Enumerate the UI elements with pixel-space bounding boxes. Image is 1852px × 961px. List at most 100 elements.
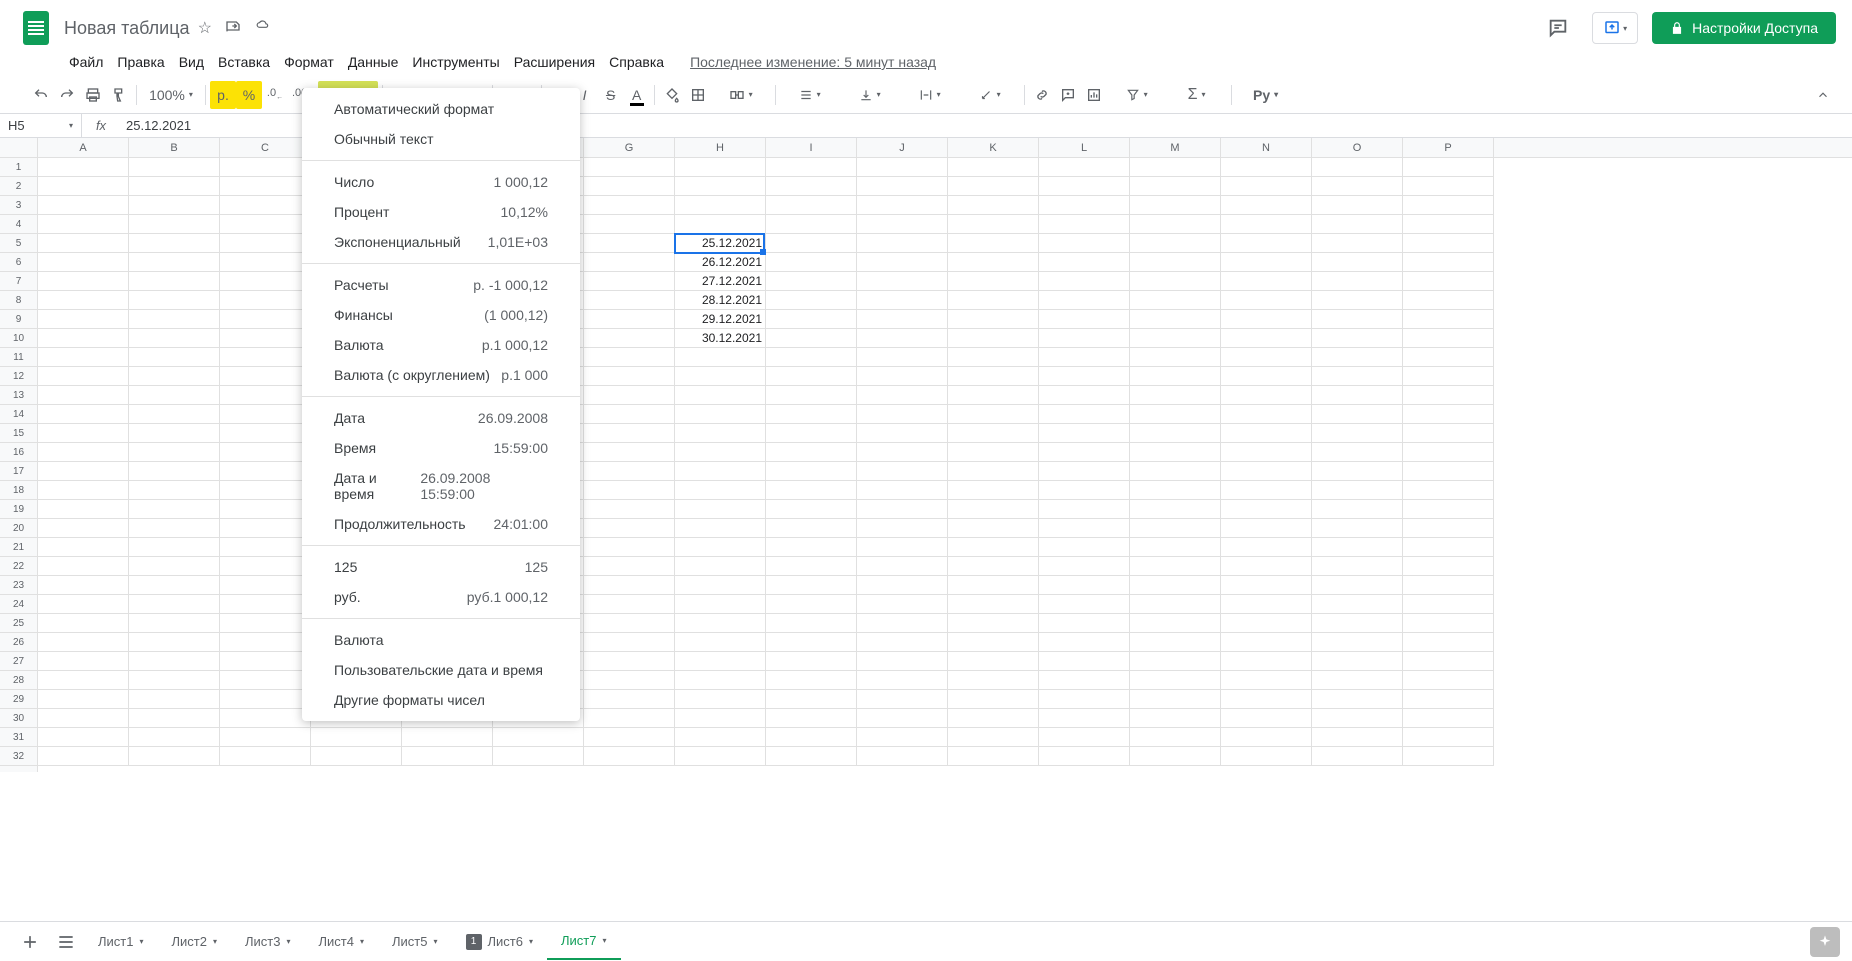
menu-edit[interactable]: Правка (110, 50, 171, 74)
py-button[interactable]: Py▾ (1236, 81, 1296, 109)
row-header[interactable]: 11 (0, 348, 37, 367)
cell[interactable] (948, 291, 1039, 310)
column-header[interactable]: K (948, 138, 1039, 157)
document-title[interactable]: Новая таблица (64, 18, 190, 39)
cell[interactable] (1130, 538, 1221, 557)
cell[interactable] (402, 747, 493, 766)
cell[interactable] (1130, 291, 1221, 310)
cell[interactable] (675, 424, 766, 443)
format-menu-item[interactable]: Число1 000,12 (302, 167, 580, 197)
cell[interactable] (857, 633, 948, 652)
cell[interactable] (1403, 310, 1494, 329)
cell[interactable] (1403, 576, 1494, 595)
cell[interactable] (675, 709, 766, 728)
cell[interactable] (1312, 595, 1403, 614)
cell[interactable] (1221, 386, 1312, 405)
cell[interactable] (584, 614, 675, 633)
collapse-toolbar-icon[interactable] (1810, 81, 1836, 109)
row-header[interactable]: 31 (0, 728, 37, 747)
cell[interactable] (220, 481, 311, 500)
cell[interactable] (766, 481, 857, 500)
cell[interactable] (1221, 709, 1312, 728)
cell[interactable] (584, 557, 675, 576)
cell[interactable] (220, 519, 311, 538)
cell[interactable] (766, 652, 857, 671)
cell[interactable] (948, 177, 1039, 196)
cell[interactable] (766, 633, 857, 652)
name-box[interactable]: H5▾ (0, 114, 82, 137)
menu-insert[interactable]: Вставка (211, 50, 277, 74)
column-header[interactable]: L (1039, 138, 1130, 157)
cell[interactable] (675, 633, 766, 652)
cell[interactable] (38, 443, 129, 462)
cell[interactable] (766, 234, 857, 253)
cell[interactable] (220, 709, 311, 728)
sheet-tab[interactable]: Лист2▾ (158, 924, 232, 960)
sheet-tab[interactable]: 1Лист6▾ (452, 924, 548, 960)
cell[interactable] (675, 690, 766, 709)
cell[interactable] (1221, 500, 1312, 519)
cell[interactable] (584, 234, 675, 253)
format-menu-item[interactable]: Валютар.1 000,12 (302, 330, 580, 360)
cell[interactable] (766, 177, 857, 196)
cell[interactable] (675, 462, 766, 481)
cell[interactable] (1403, 519, 1494, 538)
format-menu-item[interactable]: Валюта (302, 625, 580, 655)
cell[interactable] (220, 747, 311, 766)
cell[interactable] (1403, 234, 1494, 253)
cell[interactable] (857, 310, 948, 329)
cell[interactable] (584, 747, 675, 766)
decrease-decimal-button[interactable]: .0← (262, 81, 288, 109)
cell[interactable] (1221, 728, 1312, 747)
cell[interactable] (948, 576, 1039, 595)
print-button[interactable] (80, 81, 106, 109)
cell[interactable] (1312, 367, 1403, 386)
cell[interactable] (129, 538, 220, 557)
cell[interactable] (1403, 709, 1494, 728)
cell[interactable] (1130, 633, 1221, 652)
cell[interactable] (1403, 462, 1494, 481)
cell[interactable] (38, 595, 129, 614)
cell[interactable] (948, 747, 1039, 766)
cell[interactable] (1312, 291, 1403, 310)
cell[interactable] (38, 519, 129, 538)
cell[interactable] (129, 519, 220, 538)
column-header[interactable]: I (766, 138, 857, 157)
cell[interactable] (220, 272, 311, 291)
cell[interactable] (948, 500, 1039, 519)
cell[interactable] (857, 272, 948, 291)
cell[interactable]: 25.12.2021 (675, 234, 766, 253)
row-header[interactable]: 32 (0, 747, 37, 766)
cell[interactable] (1221, 538, 1312, 557)
sheet-tab[interactable]: Лист3▾ (231, 924, 305, 960)
cell[interactable] (1039, 158, 1130, 177)
cell[interactable] (1130, 196, 1221, 215)
cell[interactable] (1130, 177, 1221, 196)
borders-button[interactable] (685, 81, 711, 109)
row-header[interactable]: 22 (0, 557, 37, 576)
cell[interactable] (1039, 481, 1130, 500)
cell[interactable] (766, 158, 857, 177)
cell[interactable] (1130, 215, 1221, 234)
row-header[interactable]: 16 (0, 443, 37, 462)
cell[interactable] (584, 272, 675, 291)
cell[interactable] (1312, 538, 1403, 557)
cell[interactable] (1130, 519, 1221, 538)
cell[interactable] (948, 690, 1039, 709)
format-menu-item[interactable]: 125125 (302, 552, 580, 582)
cell[interactable] (220, 595, 311, 614)
cell[interactable] (766, 386, 857, 405)
cell[interactable] (38, 291, 129, 310)
move-icon[interactable] (224, 18, 242, 38)
cell[interactable] (129, 215, 220, 234)
cell[interactable] (857, 329, 948, 348)
cell[interactable] (38, 310, 129, 329)
cell[interactable] (766, 538, 857, 557)
cell[interactable] (766, 576, 857, 595)
cell[interactable] (1221, 481, 1312, 500)
cell[interactable] (1130, 310, 1221, 329)
cell[interactable] (1130, 728, 1221, 747)
zoom-select[interactable]: 100%▾ (141, 81, 201, 109)
cell[interactable] (584, 329, 675, 348)
row-header[interactable]: 5 (0, 234, 37, 253)
